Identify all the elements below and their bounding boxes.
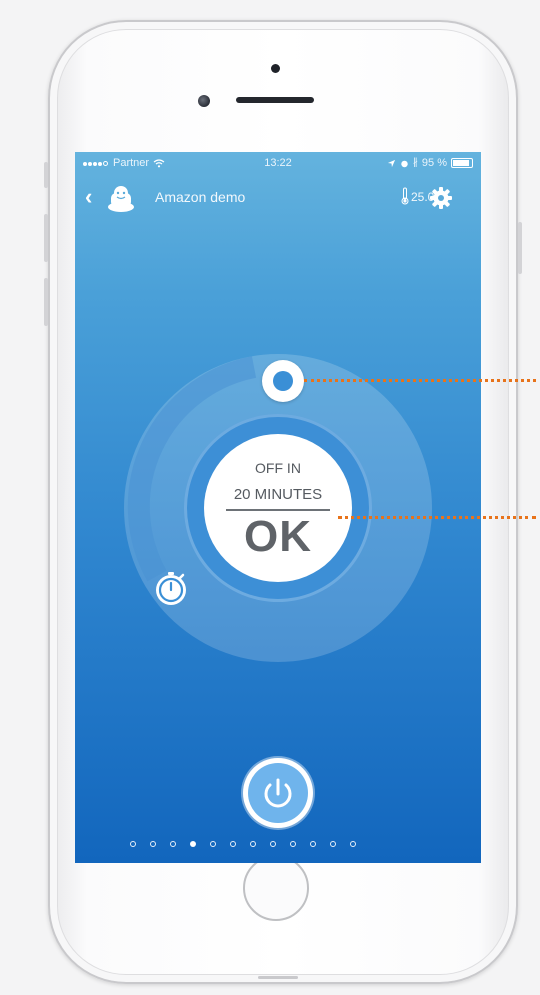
page-dot[interactable] [170,841,176,847]
page-dot[interactable] [190,841,196,847]
ok-label: OK [244,512,312,561]
app-screen: Partner 13:22 ∦ 95 % ‹ Amazon demo 25.0°… [75,152,481,863]
device-title: Amazon demo [155,189,246,205]
page-dot[interactable] [270,841,276,847]
page-dot[interactable] [230,841,236,847]
page-indicator [130,841,356,851]
earpiece-speaker [236,97,314,103]
battery-percent: 95 % [421,157,447,169]
proximity-sensor [271,64,280,73]
timer-confirm-button[interactable]: OFF IN 20 MINUTES OK [204,434,352,582]
page-dot[interactable] [130,841,136,847]
page-dot[interactable] [150,841,156,847]
page-dot[interactable] [350,841,356,847]
stopwatch-icon [156,572,186,605]
power-icon [264,778,292,808]
volume-up-button [44,214,48,262]
thermometer-icon [401,187,409,205]
callout-leader-ok [338,516,536,519]
back-chevron-icon[interactable]: ‹ [85,186,92,208]
status-bar: Partner 13:22 ∦ 95 % [75,152,481,174]
timer-divider [226,509,330,511]
home-button[interactable] [243,855,309,921]
gear-icon[interactable] [429,186,453,210]
sleep-button [518,222,522,274]
page-dot[interactable] [210,841,216,847]
power-button-face [248,763,308,823]
mute-switch [44,162,48,188]
power-button[interactable] [243,758,313,828]
location-arrow-icon [387,159,396,167]
callout-leader-slider [304,379,536,382]
status-right: ∦ 95 % [387,152,473,174]
battery-icon [451,158,473,168]
volume-down-button [44,278,48,326]
bluetooth-icon: ∦ [412,157,418,168]
air-conditioner-avatar-icon [108,186,134,212]
timer-label: OFF IN [255,460,301,476]
page-dot[interactable] [330,841,336,847]
page-dot[interactable] [290,841,296,847]
timer-slider-handle[interactable] [262,360,304,402]
timer-duration: 20 MINUTES [233,486,323,503]
nav-bar: ‹ Amazon demo 25.0° [75,174,481,222]
front-camera [198,95,210,107]
alarm-icon [401,160,408,167]
page-dot[interactable] [310,841,316,847]
phone-seam [258,976,298,979]
page-dot[interactable] [250,841,256,847]
